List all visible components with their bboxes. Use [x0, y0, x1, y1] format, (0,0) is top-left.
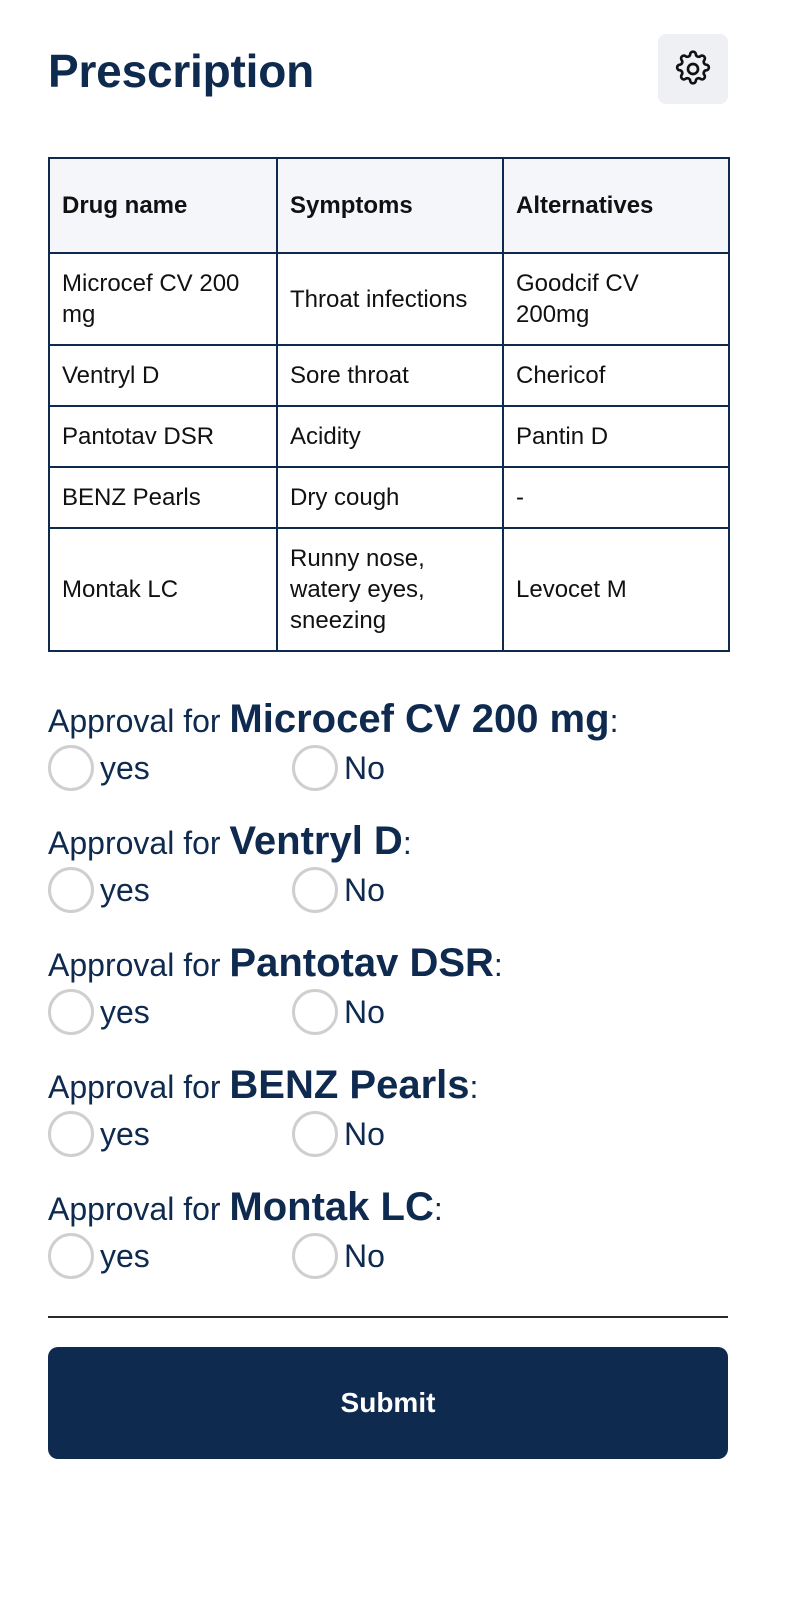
symptoms-cell: Acidity — [276, 405, 504, 468]
radio-circle[interactable] — [48, 1111, 94, 1157]
symptoms-cell: Throat infections — [276, 252, 504, 346]
drug-name-cell: BENZ Pearls — [48, 466, 278, 529]
approval-label: Approval for Montak LC: — [48, 1185, 728, 1231]
radio-no[interactable]: No — [292, 745, 385, 791]
radio-yes-label[interactable]: yes — [100, 1116, 150, 1153]
radio-yes-label[interactable]: yes — [100, 750, 150, 787]
approval-suffix: : — [402, 825, 412, 861]
approval-prefix: Approval for — [48, 1069, 230, 1105]
table-header-row: Drug name Symptoms Alternatives — [48, 157, 730, 254]
table-row: Montak LC Runny nose, watery eyes, sneez… — [48, 527, 730, 652]
radio-no-label[interactable]: No — [344, 1116, 385, 1153]
table-row: Ventryl D Sore throat Chericof — [48, 344, 730, 407]
column-header-alternatives: Alternatives — [502, 157, 730, 254]
approval-item: Approval for Ventryl D: yes No — [48, 819, 728, 941]
header: Prescription — [48, 34, 728, 104]
drug-name-cell: Pantotav DSR — [48, 405, 278, 468]
approval-drug-name: Pantotav DSR — [229, 941, 494, 985]
radio-no[interactable]: No — [292, 1111, 385, 1157]
approval-prefix: Approval for — [48, 947, 230, 983]
radio-no-label[interactable]: No — [344, 1238, 385, 1275]
radio-yes[interactable]: yes — [48, 1233, 150, 1279]
radio-circle[interactable] — [292, 867, 338, 913]
approval-item: Approval for Microcef CV 200 mg: yes No — [48, 697, 728, 819]
approval-prefix: Approval for — [48, 1191, 230, 1227]
radio-circle[interactable] — [48, 989, 94, 1035]
radio-circle[interactable] — [292, 745, 338, 791]
approval-radio-group: yes No — [48, 745, 728, 797]
approval-prefix: Approval for — [48, 703, 230, 739]
radio-yes-label[interactable]: yes — [100, 994, 150, 1031]
approval-drug-name: BENZ Pearls — [229, 1063, 470, 1107]
approval-list: Approval for Microcef CV 200 mg: yes No … — [48, 697, 728, 1307]
gear-icon — [675, 50, 711, 85]
approval-radio-group: yes No — [48, 1233, 728, 1285]
approval-item: Approval for Pantotav DSR: yes No — [48, 941, 728, 1063]
column-header-symptoms: Symptoms — [276, 157, 504, 254]
prescription-table: Drug name Symptoms Alternatives Microcef… — [48, 157, 730, 652]
radio-circle[interactable] — [48, 1233, 94, 1279]
alternatives-cell: Chericof — [502, 344, 730, 407]
radio-no-label[interactable]: No — [344, 872, 385, 909]
radio-yes[interactable]: yes — [48, 1111, 150, 1157]
approval-item: Approval for BENZ Pearls: yes No — [48, 1063, 728, 1185]
approval-drug-name: Microcef CV 200 mg — [229, 697, 610, 741]
symptoms-cell: Runny nose, watery eyes, sneezing — [276, 527, 504, 652]
alternatives-cell: Levocet M — [502, 527, 730, 652]
radio-no[interactable]: No — [292, 989, 385, 1035]
approval-label: Approval for BENZ Pearls: — [48, 1063, 728, 1109]
symptoms-cell: Sore throat — [276, 344, 504, 407]
drug-name-cell: Ventryl D — [48, 344, 278, 407]
approval-label: Approval for Microcef CV 200 mg: — [48, 697, 728, 743]
approval-radio-group: yes No — [48, 867, 728, 919]
page-title: Prescription — [48, 45, 315, 97]
radio-no-label[interactable]: No — [344, 994, 385, 1031]
alternatives-cell: - — [502, 466, 730, 529]
approval-suffix: : — [609, 703, 619, 739]
approval-suffix: : — [493, 947, 503, 983]
column-header-drug-name: Drug name — [48, 157, 278, 254]
radio-circle[interactable] — [292, 989, 338, 1035]
approval-radio-group: yes No — [48, 989, 728, 1041]
radio-circle[interactable] — [292, 1233, 338, 1279]
radio-no[interactable]: No — [292, 1233, 385, 1279]
radio-yes[interactable]: yes — [48, 867, 150, 913]
approval-drug-name: Ventryl D — [229, 819, 403, 863]
drug-name-cell: Microcef CV 200 mg — [48, 252, 278, 346]
approval-label: Approval for Pantotav DSR: — [48, 941, 728, 987]
radio-no[interactable]: No — [292, 867, 385, 913]
approval-radio-group: yes No — [48, 1111, 728, 1163]
radio-yes[interactable]: yes — [48, 989, 150, 1035]
drug-name-cell: Montak LC — [48, 527, 278, 652]
alternatives-cell: Pantin D — [502, 405, 730, 468]
table-row: Pantotav DSR Acidity Pantin D — [48, 405, 730, 468]
radio-yes-label[interactable]: yes — [100, 872, 150, 909]
approval-drug-name: Montak LC — [229, 1185, 434, 1229]
radio-circle[interactable] — [48, 745, 94, 791]
radio-yes-label[interactable]: yes — [100, 1238, 150, 1275]
table-row: BENZ Pearls Dry cough - — [48, 466, 730, 529]
approval-item: Approval for Montak LC: yes No — [48, 1185, 728, 1307]
approval-prefix: Approval for — [48, 825, 230, 861]
approval-suffix: : — [469, 1069, 479, 1105]
divider — [48, 1316, 728, 1318]
alternatives-cell: Goodcif CV 200mg — [502, 252, 730, 346]
table-row: Microcef CV 200 mg Throat infections Goo… — [48, 252, 730, 346]
submit-button[interactable]: Submit — [48, 1347, 728, 1459]
radio-circle[interactable] — [48, 867, 94, 913]
radio-yes[interactable]: yes — [48, 745, 150, 791]
radio-no-label[interactable]: No — [344, 750, 385, 787]
approval-label: Approval for Ventryl D: — [48, 819, 728, 865]
radio-circle[interactable] — [292, 1111, 338, 1157]
settings-button[interactable] — [658, 34, 728, 104]
symptoms-cell: Dry cough — [276, 466, 504, 529]
approval-suffix: : — [433, 1191, 443, 1227]
